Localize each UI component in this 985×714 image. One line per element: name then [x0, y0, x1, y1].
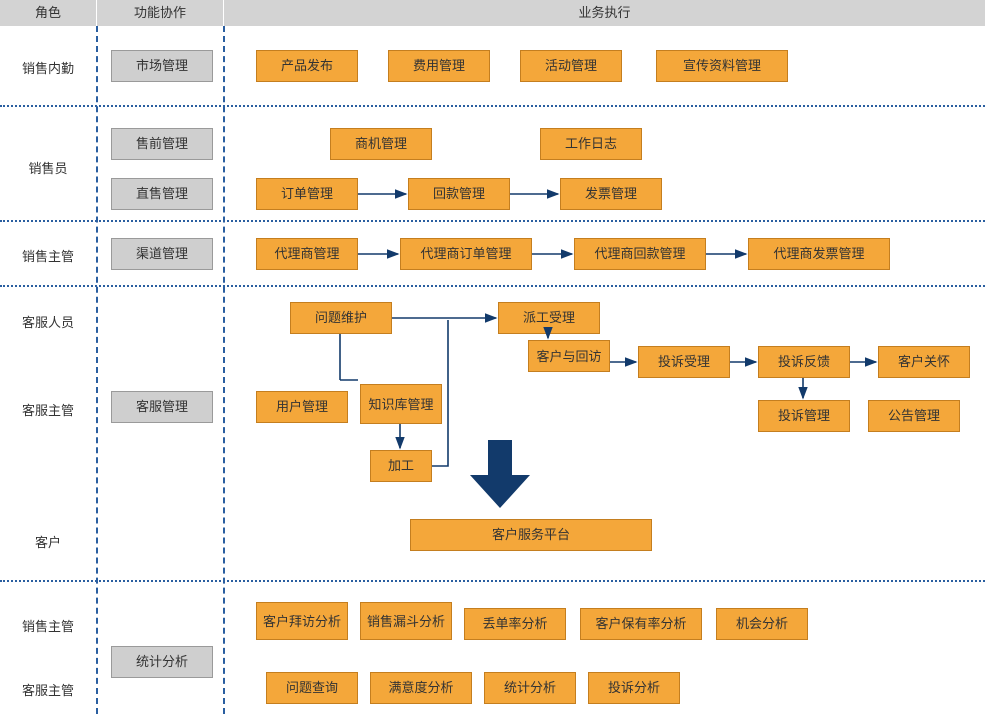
- box-agent-invoice-mgmt: 代理商发票管理: [748, 238, 890, 270]
- box-visit-analysis: 客户拜访分析: [256, 602, 348, 640]
- box-complaint-feedback: 投诉反馈: [758, 346, 850, 378]
- box-satisfaction: 满意度分析: [370, 672, 472, 704]
- down-arrow-icon: [470, 440, 530, 510]
- box-complaint-analysis: 投诉分析: [588, 672, 680, 704]
- box-issue-query: 问题查询: [266, 672, 358, 704]
- box-customer-visit: 客户与回访: [528, 340, 610, 372]
- hline-4: [0, 580, 985, 582]
- box-funnel-analysis: 销售漏斗分析: [360, 602, 452, 640]
- box-opportunity: 商机管理: [330, 128, 432, 160]
- box-worklog: 工作日志: [540, 128, 642, 160]
- header-role: 角色: [0, 0, 97, 26]
- box-agent-order-mgmt: 代理商订单管理: [400, 238, 532, 270]
- func-stats: 统计分析: [111, 646, 213, 678]
- header-exec: 业务执行: [224, 0, 985, 26]
- box-service-platform: 客户服务平台: [410, 519, 652, 551]
- role-customer: 客户: [0, 532, 96, 551]
- hline-1: [0, 105, 985, 107]
- role-service-manager-2: 客服主管: [0, 680, 96, 699]
- box-issue-maint: 问题维护: [290, 302, 392, 334]
- box-dispatch: 派工受理: [498, 302, 600, 334]
- box-processing: 加工: [370, 450, 432, 482]
- role-sales-clerk: 销售内勤: [0, 58, 96, 77]
- box-payment-mgmt: 回款管理: [408, 178, 510, 210]
- box-user-mgmt: 用户管理: [256, 391, 348, 423]
- box-notice-mgmt: 公告管理: [868, 400, 960, 432]
- func-market: 市场管理: [111, 50, 213, 82]
- role-salesperson: 销售员: [0, 158, 96, 177]
- box-product-release: 产品发布: [256, 50, 358, 82]
- hline-3: [0, 285, 985, 287]
- func-channel: 渠道管理: [111, 238, 213, 270]
- box-opp-analysis: 机会分析: [716, 608, 808, 640]
- vline-1: [96, 26, 98, 714]
- box-retention: 客户保有率分析: [580, 608, 702, 640]
- box-order-mgmt: 订单管理: [256, 178, 358, 210]
- func-presale: 售前管理: [111, 128, 213, 160]
- box-invoice-mgmt: 发票管理: [560, 178, 662, 210]
- box-complaint-accept: 投诉受理: [638, 346, 730, 378]
- func-service: 客服管理: [111, 391, 213, 423]
- role-service-staff: 客服人员: [0, 312, 96, 331]
- role-sales-manager-2: 销售主管: [0, 616, 96, 635]
- box-customer-care: 客户关怀: [878, 346, 970, 378]
- box-lost-rate: 丢单率分析: [464, 608, 566, 640]
- box-complaint-mgmt: 投诉管理: [758, 400, 850, 432]
- hline-2: [0, 220, 985, 222]
- box-agent-mgmt: 代理商管理: [256, 238, 358, 270]
- box-kb-mgmt: 知识库管理: [360, 384, 442, 424]
- box-expense-mgmt: 费用管理: [388, 50, 490, 82]
- diagram-canvas: 角色 功能协作 业务执行 销售内勤 销售员 销售主管 客服人员 客服主管 客户 …: [0, 0, 985, 714]
- box-materials-mgmt: 宣传资料管理: [656, 50, 788, 82]
- box-stat-analysis: 统计分析: [484, 672, 576, 704]
- box-activity-mgmt: 活动管理: [520, 50, 622, 82]
- role-service-manager: 客服主管: [0, 400, 96, 419]
- box-agent-payment-mgmt: 代理商回款管理: [574, 238, 706, 270]
- func-direct: 直售管理: [111, 178, 213, 210]
- vline-2: [223, 26, 225, 714]
- header-func: 功能协作: [97, 0, 224, 26]
- role-sales-manager: 销售主管: [0, 246, 96, 265]
